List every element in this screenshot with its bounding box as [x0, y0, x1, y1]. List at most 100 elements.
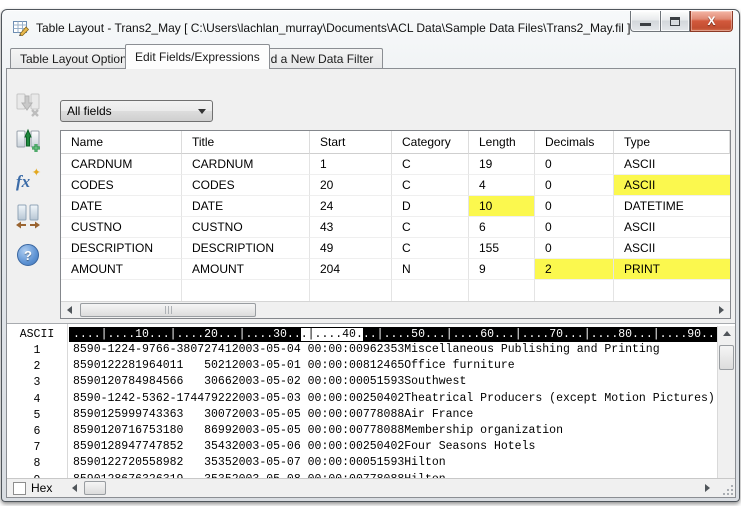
left-triangle-icon [72, 484, 77, 492]
record-number: 6 [7, 424, 67, 440]
record-data-body: ....|....10...|....20...|....30...|....4… [69, 324, 717, 491]
titlebar[interactable]: Table Layout - Trans2_May [ C:\Users\lac… [2, 10, 739, 45]
col-header-type[interactable]: Type [614, 131, 730, 154]
shift-columns-button[interactable] [14, 202, 42, 230]
cell-start: 24 [310, 196, 392, 217]
cell-name: DATE [61, 196, 182, 217]
record-row[interactable]: 8590122720558982 35352003-05-07 00:00:00… [69, 455, 717, 471]
fields-table-empty-area [61, 280, 730, 301]
ruler-selected-range: .|....40. [301, 328, 363, 341]
left-triangle-icon [67, 306, 72, 314]
record-number: 3 [7, 375, 67, 391]
hscroll-thumb[interactable] [80, 303, 256, 317]
close-button[interactable]: X [690, 11, 733, 32]
minimize-icon [640, 23, 651, 26]
record-number-gutter: ASCII 1 2 3 4 5 6 7 8 9 10 [7, 324, 68, 491]
help-icon: ? [17, 244, 39, 266]
add-field-button[interactable] [14, 126, 42, 154]
cell-category: C [392, 175, 469, 196]
cell-type: ASCII [614, 238, 730, 259]
resize-grip[interactable] [720, 482, 733, 495]
hex-bar: Hex [7, 478, 735, 497]
cell-name: AMOUNT [61, 259, 182, 280]
cell-start: 1 [310, 154, 392, 175]
record-number: 1 [7, 343, 67, 359]
cell-start: 43 [310, 217, 392, 238]
thumb-grip [81, 304, 255, 316]
cell-type: DATETIME [614, 196, 730, 217]
star-glyph: ✦ [32, 166, 41, 179]
record-row[interactable]: 8590128947747852 35432003-05-06 00:00:00… [69, 439, 717, 455]
scroll-right-arrow[interactable] [700, 480, 715, 496]
field-row-description[interactable]: DESCRIPTION DESCRIPTION 49 C 155 0 ASCII [61, 238, 730, 259]
delete-field-icon [15, 92, 41, 118]
cell-decimals: 0 [535, 175, 614, 196]
record-row[interactable]: 8590120716753180 86992003-05-05 00:00:00… [69, 423, 717, 439]
cell-title: DATE [182, 196, 310, 217]
shift-columns-icon [15, 203, 41, 229]
cell-length: 9 [469, 259, 535, 280]
record-data-view: ASCII 1 2 3 4 5 6 7 8 9 10 ....|....10..… [7, 323, 735, 491]
record-row[interactable]: 8590120784984566 30662003-05-02 00:00:00… [69, 374, 717, 390]
encoding-label: ASCII [7, 327, 67, 343]
scroll-right-arrow[interactable] [713, 302, 730, 318]
record-number: 4 [7, 392, 67, 408]
vscroll-thumb[interactable] [719, 345, 734, 370]
tab-table-layout-options[interactable]: Table Layout Options [10, 48, 143, 69]
hex-checkbox[interactable] [13, 482, 26, 495]
data-vscrollbar[interactable] [717, 326, 735, 489]
cell-type: ASCII [614, 217, 730, 238]
right-triangle-icon [705, 484, 710, 492]
tab-edit-fields-expressions[interactable]: Edit Fields/Expressions [125, 44, 270, 69]
right-triangle-icon [719, 306, 724, 314]
field-row-cardnum[interactable]: CARDNUM CARDNUM 1 C 19 0 ASCII [61, 154, 730, 175]
record-number: 5 [7, 408, 67, 424]
cell-length-highlighted: 10 [469, 196, 535, 217]
maximize-button[interactable] [660, 11, 690, 32]
field-row-custno[interactable]: CUSTNO CUSTNO 43 C 6 0 ASCII [61, 217, 730, 238]
cell-name: DESCRIPTION [61, 238, 182, 259]
record-row[interactable]: 8590122281964011 50212003-05-01 00:00:00… [69, 358, 717, 374]
cell-length: 6 [469, 217, 535, 238]
scroll-up-arrow[interactable] [719, 326, 735, 341]
scroll-left-arrow[interactable] [61, 302, 78, 318]
col-header-length[interactable]: Length [469, 131, 535, 154]
table-layout-window: Table Layout - Trans2_May [ C:\Users\lac… [1, 9, 740, 502]
col-header-decimals[interactable]: Decimals [535, 131, 614, 154]
help-button[interactable]: ? [14, 241, 42, 269]
field-row-codes[interactable]: CODES CODES 20 C 4 0 ASCII [61, 175, 730, 196]
col-header-name[interactable]: Name [61, 131, 182, 154]
field-row-amount[interactable]: AMOUNT AMOUNT 204 N 9 2 PRINT [61, 259, 730, 280]
col-header-title[interactable]: Title [182, 131, 310, 154]
cell-title: CODES [182, 175, 310, 196]
record-row[interactable]: 8590-1224-9766-380727412003-05-04 00:00:… [69, 342, 717, 358]
hscroll-thumb[interactable] [84, 481, 106, 495]
col-header-start[interactable]: Start [310, 131, 392, 154]
cell-decimals: 0 [535, 154, 614, 175]
record-number: 2 [7, 359, 67, 375]
cell-title: CARDNUM [182, 154, 310, 175]
cell-type-highlighted: PRINT [614, 259, 730, 280]
cell-type-highlighted: ASCII [614, 175, 730, 196]
close-icon: X [707, 14, 715, 28]
delete-field-button[interactable] [14, 91, 42, 119]
col-header-category[interactable]: Category [392, 131, 469, 154]
cell-category: C [392, 217, 469, 238]
minimize-button[interactable] [630, 11, 660, 32]
scroll-left-arrow[interactable] [67, 480, 82, 496]
cell-name: CODES [61, 175, 182, 196]
field-row-date[interactable]: DATE DATE 24 D 10 0 DATETIME [61, 196, 730, 217]
field-filter-dropdown[interactable]: All fields [60, 100, 213, 122]
fx-glyph: fx [16, 172, 30, 192]
cell-length: 4 [469, 175, 535, 196]
record-row[interactable]: 8590-1242-5362-174479222003-05-03 00:00:… [69, 391, 717, 407]
window-title: Table Layout - Trans2_May [ C:\Users\lac… [36, 21, 630, 35]
fields-table-hscrollbar[interactable] [61, 301, 730, 318]
chevron-down-icon [198, 109, 206, 114]
cell-decimals: 0 [535, 196, 614, 217]
data-hscrollbar[interactable] [67, 480, 715, 497]
add-expression-button[interactable]: fx ✦ [14, 167, 42, 195]
cell-decimals: 0 [535, 238, 614, 259]
record-row[interactable]: 8590125999743363 30072003-05-05 00:00:00… [69, 407, 717, 423]
hex-checkbox-label: Hex [31, 481, 52, 495]
